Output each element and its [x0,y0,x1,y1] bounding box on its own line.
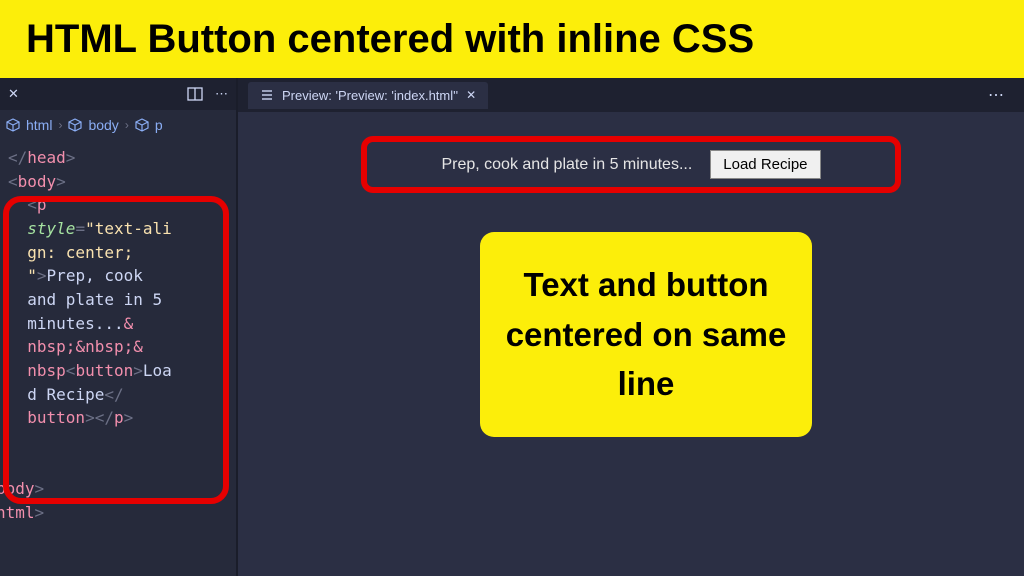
breadcrumb-item[interactable]: html [26,117,52,133]
close-icon[interactable]: ✕ [466,88,476,102]
cube-icon [6,118,20,132]
preview-content: Prep, cook and plate in 5 minutes... Loa… [238,112,1024,576]
workspace: ✕ ⋯ html › body › p </ [0,78,1024,576]
preview-highlight-box: Prep, cook and plate in 5 minutes... Loa… [361,136,901,193]
preview-pane: Preview: 'Preview: 'index.html'' ✕ ⋯ Pre… [238,78,1024,576]
cube-icon [135,118,149,132]
editor-tabbar: ✕ ⋯ [0,78,236,110]
editor-pane: ✕ ⋯ html › body › p </ [0,78,238,576]
split-editor-icon[interactable] [187,86,203,102]
preview-tabbar: Preview: 'Preview: 'index.html'' ✕ ⋯ [238,78,1024,112]
preview-list-icon [260,88,274,102]
callout-box: Text and button centered on same line [480,232,812,437]
cube-icon [68,118,82,132]
load-recipe-button[interactable]: Load Recipe [710,150,820,179]
breadcrumb-item[interactable]: body [88,117,118,133]
more-icon[interactable]: ⋯ [988,85,1014,105]
page-title-banner: HTML Button centered with inline CSS [0,0,1024,78]
chevron-right-icon: › [58,118,62,132]
preview-tab[interactable]: Preview: 'Preview: 'index.html'' ✕ [248,82,488,109]
more-icon[interactable]: ⋯ [215,86,228,102]
callout-text: Text and button centered on same line [506,266,787,402]
preview-text: Prep, cook and plate in 5 minutes... [441,156,692,174]
chevron-right-icon: › [125,118,129,132]
page-title: HTML Button centered with inline CSS [26,17,754,62]
breadcrumb-item[interactable]: p [155,117,163,133]
close-icon[interactable]: ✕ [8,86,19,102]
code-editor[interactable]: </head> <body> <p style="text-ali gn: ce… [0,140,236,531]
breadcrumb[interactable]: html › body › p [0,110,236,140]
preview-tab-label: Preview: 'Preview: 'index.html'' [282,88,458,103]
